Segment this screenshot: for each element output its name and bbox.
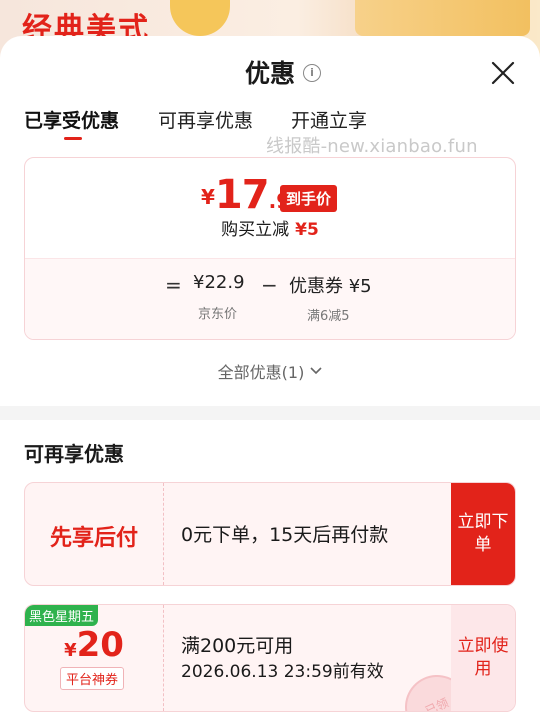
final-price: ¥17.9 <box>201 172 290 218</box>
coupon-left: 黑色星期五 ¥20 平台神券 <box>25 605 164 711</box>
coupon-rule: 满6减5 <box>307 309 350 324</box>
sheet-header: 优惠 i <box>0 36 540 108</box>
instant-reduction: 购买立减 ¥5 <box>25 215 515 240</box>
chevron-down-icon <box>310 367 322 375</box>
minus-sign: − <box>261 273 278 297</box>
offer-card-coupon: 黑色星期五 ¥20 平台神券 满200元可用 2026.06.13 23:59前… <box>24 604 516 712</box>
section-divider <box>0 406 540 420</box>
order-now-label: 立即下单 <box>457 512 509 555</box>
price-summary-card: ¥17.9 到手价 购买立减¥5 = ¥22.9 京东价 − 优惠券 ¥5 满6… <box>24 157 516 340</box>
all-offers-toggle[interactable]: 全部优惠(1) <box>0 359 540 383</box>
jd-price-value: ¥22.9 <box>193 272 245 293</box>
tab-activate-offers[interactable]: 开通立享 <box>291 106 367 133</box>
reduction-amount: ¥5 <box>295 220 319 240</box>
active-tab-indicator <box>64 137 82 140</box>
banner-food-image <box>170 0 230 36</box>
offer-card-bnpl: 先享后付 0元下单，15天后再付款 立即下单 <box>24 482 516 586</box>
order-now-button[interactable]: 立即下单 <box>451 483 515 585</box>
watermark: 线报酷-new.xianbao.fun <box>266 136 478 157</box>
banner-product-image <box>355 0 530 36</box>
use-now-button[interactable]: 立即使用 <box>451 605 515 711</box>
final-price-badge: 到手价 <box>280 185 338 212</box>
equals-sign: = <box>165 273 182 297</box>
coupon-condition: 满200元可用 <box>181 635 294 657</box>
info-icon[interactable]: i <box>303 64 321 82</box>
sheet-title: 优惠 <box>244 59 295 88</box>
currency-symbol: ¥ <box>201 185 215 209</box>
offers-bottom-sheet: 优惠 i 已享受优惠 可再享优惠 开通立享 线报酷-new.xianbao.fu… <box>0 36 540 727</box>
coupon-amount: ¥20 <box>25 625 163 665</box>
tab-enjoyed-offers[interactable]: 已享受优惠 <box>24 106 119 133</box>
price-breakdown: = ¥22.9 京东价 − 优惠券 ¥5 满6减5 <box>25 258 515 339</box>
tab-more-offers[interactable]: 可再享优惠 <box>158 106 253 133</box>
section-title-more-offers: 可再享优惠 <box>24 442 124 466</box>
use-now-label: 立即使用 <box>457 636 509 679</box>
reduction-label: 购买立减 <box>221 220 290 240</box>
coupon-value: 优惠券 ¥5 <box>289 276 372 297</box>
jd-price-label: 京东价 <box>198 307 238 322</box>
black-friday-tag: 黑色星期五 <box>25 605 99 626</box>
final-price-section: ¥17.9 到手价 购买立减¥5 <box>25 158 515 258</box>
offer-card-left: 先享后付 <box>25 483 164 585</box>
coupon-validity: 2026.06.13 23:59前有效 <box>181 662 384 682</box>
platform-coupon-tag: 平台神券 <box>60 667 125 690</box>
coupon-amount-number: 20 <box>76 625 124 665</box>
coupon-currency: ¥ <box>64 640 77 661</box>
bnpl-description: 0元下单，15天后再付款 <box>181 524 389 546</box>
close-icon[interactable] <box>490 60 516 86</box>
all-offers-label: 全部优惠(1) <box>217 363 305 382</box>
final-price-integer: 17 <box>214 172 270 218</box>
bnpl-label: 先享后付 <box>49 526 138 551</box>
